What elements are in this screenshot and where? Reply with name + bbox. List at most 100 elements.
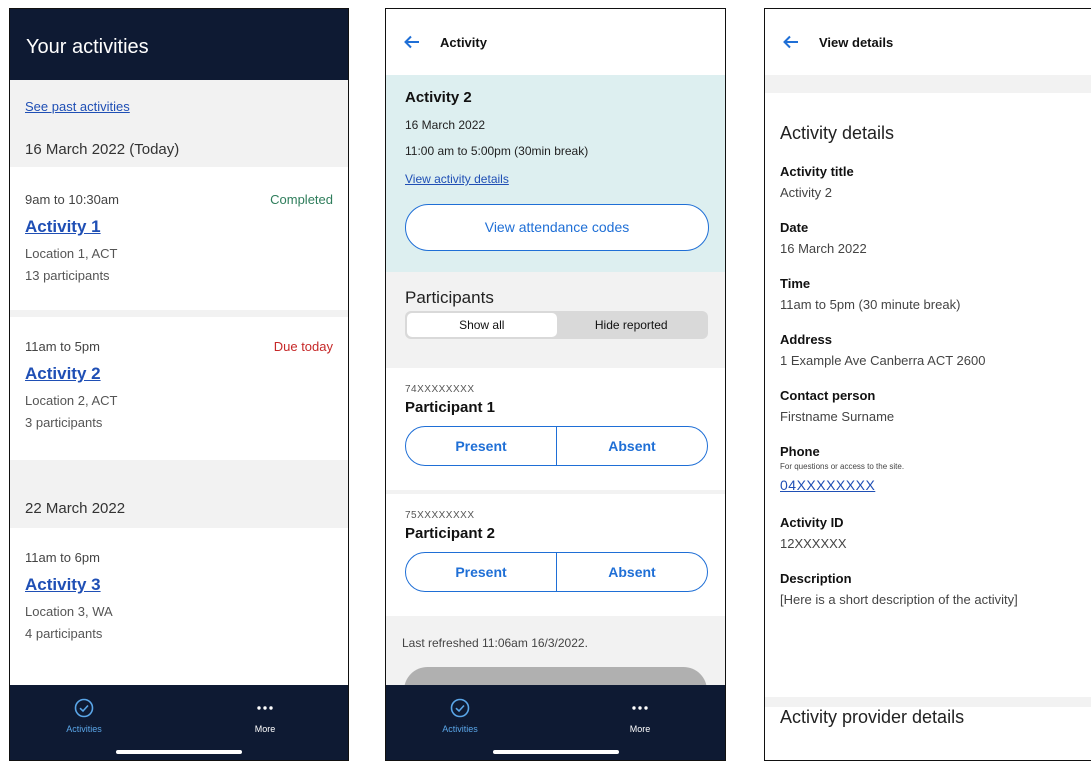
divider	[765, 697, 1091, 707]
activity-participants: 3 participants	[25, 415, 103, 430]
absent-button[interactable]: Absent	[556, 553, 707, 591]
activity-title-link[interactable]: Activity 3	[25, 575, 101, 595]
participant-row: 75XXXXXXXX Participant 2 Present Absent	[386, 494, 725, 616]
field-value: [Here is a short description of the acti…	[780, 592, 1018, 607]
activity-participants: 13 participants	[25, 268, 110, 283]
tab-activities[interactable]: Activities	[430, 696, 490, 734]
field-label: Date	[780, 220, 809, 235]
field-label: Description	[780, 571, 852, 586]
back-arrow-icon[interactable]	[783, 35, 799, 49]
view-attendance-codes-button[interactable]: View attendance codes	[405, 204, 709, 251]
field-activity-id: Activity ID 12XXXXXX	[780, 515, 1076, 551]
section-title: Activity details	[780, 123, 895, 143]
field-contact-person: Contact person Firstname Surname	[780, 388, 1076, 424]
activity-details-section: Activity details Activity title Activity…	[765, 93, 1091, 607]
field-label: Address	[780, 332, 833, 347]
more-dots-icon	[235, 696, 295, 720]
activity-time: 9am to 10:30am	[25, 192, 119, 207]
view-activity-details-link[interactable]: View activity details	[405, 172, 509, 186]
divider	[10, 310, 348, 317]
field-value: 11am to 5pm (30 minute break)	[780, 297, 961, 312]
participant-name: Participant 2	[405, 525, 496, 542]
field-value: 12XXXXXX	[780, 536, 847, 551]
tab-activities[interactable]: Activities	[54, 696, 114, 734]
nav-title: View details	[819, 34, 894, 50]
attendance-toggle: Present Absent	[405, 552, 708, 592]
screen-activity: Activity Activity 2 16 March 2022 11:00 …	[385, 8, 726, 761]
field-value: 1 Example Ave Canberra ACT 2600	[780, 353, 986, 368]
activity-card-row: 11am to 6pm	[25, 550, 333, 565]
filter-hide-reported[interactable]: Hide reported	[557, 313, 707, 337]
status-badge: Due today	[273, 339, 333, 354]
activities-list: See past activities 16 March 2022 (Today…	[10, 80, 348, 688]
activity-card-row: 11am to 5pm Due today	[25, 339, 333, 354]
tab-activities-label: Activities	[66, 724, 102, 734]
field-value: Activity 2	[780, 185, 833, 200]
present-button[interactable]: Present	[406, 427, 556, 465]
home-indicator	[116, 750, 242, 754]
activity-title-link[interactable]: Activity 1	[25, 217, 101, 237]
activity-time: 11am to 6pm	[25, 550, 100, 565]
field-address: Address 1 Example Ave Canberra ACT 2600	[780, 332, 1076, 368]
participant-id: 74XXXXXXXX	[405, 384, 475, 395]
tab-bar: Activities More	[10, 685, 348, 760]
activity-time: 11am to 5pm	[25, 339, 100, 354]
participant-name: Participant 1	[405, 399, 496, 416]
last-refreshed-text: Last refreshed 11:06am 16/3/2022.	[402, 636, 588, 650]
attendance-toggle: Present Absent	[405, 426, 708, 466]
date-heading: 16 March 2022 (Today)	[25, 141, 180, 158]
participants-filter: Show all Hide reported	[405, 311, 708, 339]
provider-section-title: Activity provider details	[780, 707, 965, 727]
back-arrow-icon[interactable]	[404, 35, 420, 49]
activity-date: 16 March 2022	[405, 118, 486, 132]
page-title: Your activities	[10, 9, 348, 80]
activity-title: Activity 2	[405, 89, 472, 106]
activity-location: Location 2, ACT	[25, 393, 118, 408]
check-circle-icon	[54, 696, 114, 720]
divider	[10, 460, 348, 490]
home-indicator	[492, 750, 619, 754]
nav-header: Activity	[386, 9, 725, 75]
field-label: Phone	[780, 444, 820, 459]
field-description: Description [Here is a short description…	[780, 571, 1076, 607]
activity-card[interactable]: 11am to 6pm Activity 3 Location 3, WA 4 …	[10, 528, 348, 688]
field-time: Time 11am to 5pm (30 minute break)	[780, 276, 1076, 312]
activity-location: Location 3, WA	[25, 604, 113, 619]
field-value: Firstname Surname	[780, 409, 895, 424]
tab-activities-label: Activities	[442, 724, 478, 734]
phone-number-link[interactable]: 04XXXXXXXX	[780, 477, 875, 493]
tab-more[interactable]: More	[235, 696, 295, 734]
activity-card[interactable]: 9am to 10:30am Completed Activity 1 Loca…	[10, 167, 348, 310]
activity-summary-panel: Activity 2 16 March 2022 11:00 am to 5:0…	[386, 75, 725, 272]
activity-participants: 4 participants	[25, 626, 103, 641]
tab-more-label: More	[629, 724, 651, 734]
tab-more[interactable]: More	[610, 696, 670, 734]
activity-card-row: 9am to 10:30am Completed	[25, 192, 333, 207]
divider	[765, 75, 1091, 93]
participant-id: 75XXXXXXXX	[405, 510, 475, 521]
present-button[interactable]: Present	[406, 553, 556, 591]
activity-card[interactable]: 11am to 5pm Due today Activity 2 Locatio…	[10, 317, 348, 460]
field-value: 16 March 2022	[780, 241, 867, 256]
status-badge: Completed	[270, 192, 333, 207]
field-activity-title: Activity title Activity 2	[780, 164, 1076, 200]
screen-view-details: View details Activity details Activity t…	[764, 8, 1091, 761]
tab-more-label: More	[254, 724, 276, 734]
activity-time: 11:00 am to 5:00pm (30min break)	[405, 144, 589, 158]
absent-button[interactable]: Absent	[556, 427, 707, 465]
nav-header: View details	[765, 9, 1091, 75]
field-label: Time	[780, 276, 811, 291]
field-phone: Phone For questions or access to the sit…	[780, 444, 1076, 495]
field-label: Activity title	[780, 164, 854, 179]
participants-header: Participants Show all Hide reported	[386, 272, 725, 368]
activity-location: Location 1, ACT	[25, 246, 118, 261]
tab-bar: Activities More	[386, 685, 725, 760]
field-hint: For questions or access to the site.	[780, 462, 905, 471]
field-label: Activity ID	[780, 515, 844, 530]
activity-title-link[interactable]: Activity 2	[25, 364, 101, 384]
participant-row: 74XXXXXXXX Participant 1 Present Absent	[386, 368, 725, 490]
see-past-activities-link[interactable]: See past activities	[10, 80, 348, 132]
filter-show-all[interactable]: Show all	[407, 313, 557, 337]
more-dots-icon	[610, 696, 670, 720]
screen-your-activities: Your activities See past activities 16 M…	[9, 8, 349, 761]
